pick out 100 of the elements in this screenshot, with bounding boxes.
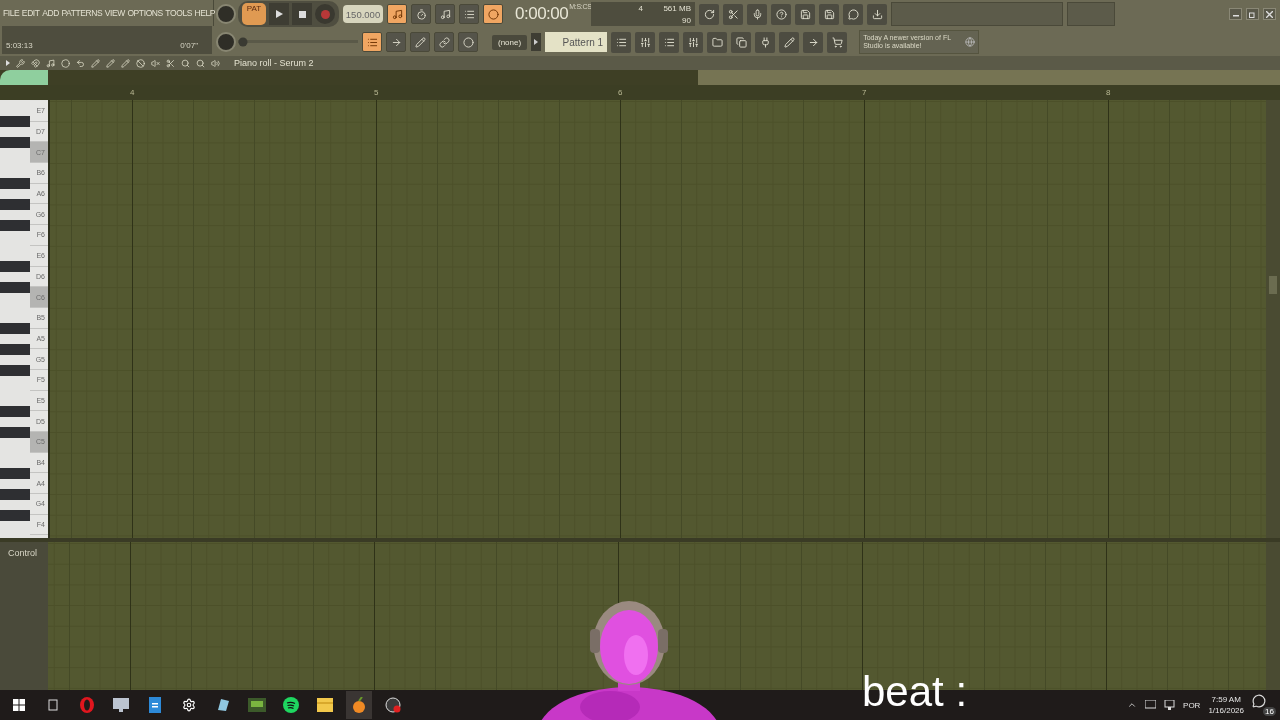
- menu-item[interactable]: PATTERNS: [61, 7, 103, 18]
- arrow-button[interactable]: [803, 31, 824, 53]
- sharp-key[interactable]: [0, 281, 30, 293]
- caret-icon: [534, 39, 539, 45]
- copy-icon: [735, 36, 747, 48]
- circle-icon[interactable]: [61, 58, 70, 68]
- sharp-key[interactable]: [0, 219, 30, 231]
- pattern-menu-button[interactable]: [531, 33, 542, 51]
- microphone-button[interactable]: [747, 3, 767, 25]
- toggle-button[interactable]: [483, 4, 503, 24]
- network-icon[interactable]: [1164, 700, 1176, 710]
- play-button[interactable]: [269, 3, 289, 25]
- toggle-button[interactable]: [435, 4, 455, 24]
- pen-icon: [783, 36, 795, 48]
- toggle-button[interactable]: [458, 32, 478, 52]
- menu-item[interactable]: TOOLS: [165, 7, 193, 18]
- toggle-button[interactable]: [411, 4, 431, 24]
- pencil-icon[interactable]: [91, 58, 100, 68]
- ban-icon[interactable]: [136, 58, 145, 68]
- magnet-icon[interactable]: [31, 58, 40, 68]
- link-icon: [438, 36, 450, 48]
- bar-number: 8: [1106, 87, 1112, 99]
- sharp-key[interactable]: [0, 261, 30, 273]
- wrench-icon[interactable]: [16, 58, 25, 68]
- menu-item[interactable]: HELP: [194, 7, 216, 18]
- keyboard-corner: [0, 70, 48, 85]
- menu-item[interactable]: ADD: [42, 7, 59, 18]
- close-button[interactable]: [1263, 8, 1276, 20]
- vertical-scrollbar[interactable]: [1266, 100, 1280, 538]
- plug-button[interactable]: [755, 31, 776, 53]
- vertical-scrollbar[interactable]: [1266, 542, 1280, 690]
- pen-button[interactable]: [779, 31, 800, 53]
- speaker-icon[interactable]: [211, 58, 220, 68]
- mute-icon[interactable]: [151, 58, 160, 68]
- cart-button[interactable]: [827, 31, 848, 53]
- notifications-icon[interactable]: [1252, 694, 1266, 708]
- zoom-icon[interactable]: [196, 58, 205, 68]
- restore-icon: [1249, 10, 1256, 18]
- note-icon[interactable]: [46, 58, 55, 68]
- note-icon: [439, 8, 451, 20]
- copy-button[interactable]: [731, 31, 752, 53]
- playlist-icon: [615, 36, 627, 48]
- toggle-button[interactable]: [434, 32, 454, 52]
- horizontal-scrollbar[interactable]: [698, 70, 1280, 85]
- pattern-field[interactable]: Pattern 1: [545, 32, 608, 52]
- control-label[interactable]: Control: [0, 542, 48, 690]
- undo-icon[interactable]: [76, 58, 85, 68]
- help-button[interactable]: [771, 3, 791, 25]
- sharp-key[interactable]: [0, 468, 30, 480]
- tempo-field[interactable]: 150.000: [343, 5, 383, 23]
- scissors-button[interactable]: [723, 3, 743, 25]
- menu-item[interactable]: OPTIONS: [127, 7, 163, 18]
- save-button[interactable]: [819, 3, 839, 25]
- playlist-button[interactable]: [611, 31, 632, 53]
- download-button[interactable]: [867, 3, 887, 25]
- save-button[interactable]: [795, 3, 815, 25]
- sharp-key[interactable]: [0, 488, 30, 500]
- sharp-key[interactable]: [0, 323, 30, 335]
- sharp-key[interactable]: [0, 116, 30, 128]
- mixer-button[interactable]: [683, 31, 704, 53]
- window-title: Piano roll - Serum 2: [234, 58, 314, 68]
- sharp-key[interactable]: [0, 178, 30, 190]
- language-indicator[interactable]: POR: [1183, 700, 1201, 710]
- sharp-key[interactable]: [0, 364, 30, 376]
- rotate-button[interactable]: [699, 3, 719, 25]
- empty-panel: [1067, 2, 1115, 26]
- screen-icon[interactable]: [1145, 700, 1157, 710]
- timer-icon: [415, 8, 427, 20]
- sharp-key[interactable]: [0, 426, 30, 438]
- pitch-knob[interactable]: [216, 32, 236, 52]
- sharp-key[interactable]: [0, 343, 30, 355]
- sharp-key[interactable]: [0, 136, 30, 148]
- toggle-button[interactable]: [410, 32, 430, 52]
- chat-button[interactable]: [843, 3, 863, 25]
- folder-button[interactable]: [707, 31, 728, 53]
- windows-icon: [13, 699, 25, 711]
- stop-button[interactable]: [292, 3, 312, 25]
- cart-icon: [831, 36, 843, 48]
- list-button[interactable]: [659, 31, 680, 53]
- pitch-slider[interactable]: [238, 37, 358, 47]
- step-button[interactable]: [635, 31, 656, 53]
- volume-knob[interactable]: [216, 4, 236, 24]
- pattern-mode-button[interactable]: PAT: [242, 3, 266, 25]
- toggle-button[interactable]: [459, 4, 479, 24]
- toggle-button[interactable]: [362, 32, 382, 52]
- menu-item[interactable]: FILE: [3, 7, 20, 18]
- slice-icon[interactable]: [166, 58, 175, 68]
- toggle-button[interactable]: [386, 32, 406, 52]
- restore-button[interactable]: [1246, 8, 1259, 20]
- chevron-icon[interactable]: [1127, 700, 1138, 710]
- help-icon: [775, 8, 787, 20]
- taskbar-app[interactable]: [346, 691, 372, 719]
- toggle-button[interactable]: [387, 4, 407, 24]
- pencil-icon[interactable]: [121, 58, 130, 68]
- menu-item[interactable]: VIEW: [104, 7, 125, 18]
- menu-item[interactable]: EDIT: [21, 7, 40, 18]
- minimize-button[interactable]: [1229, 8, 1242, 20]
- list-icon: [463, 8, 475, 20]
- sharp-key[interactable]: [0, 509, 30, 521]
- channel-field[interactable]: (none): [492, 34, 528, 50]
